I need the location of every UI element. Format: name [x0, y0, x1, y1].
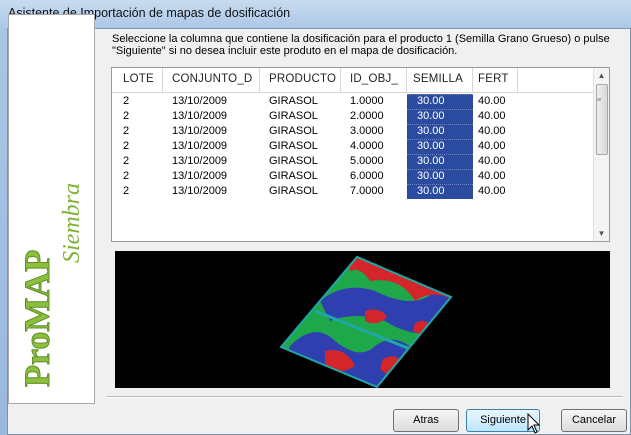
cancel-button[interactable]: Cancelar — [561, 409, 627, 432]
table-cell[interactable]: 30.00 — [417, 125, 445, 137]
table-cell[interactable]: 30.00 — [417, 170, 445, 182]
table-cell[interactable]: 2 — [123, 185, 129, 197]
column-header-conjunto[interactable]: CONJUNTO_D — [172, 73, 252, 85]
column-separator[interactable] — [340, 68, 341, 92]
table-cell[interactable]: 30.00 — [417, 95, 445, 107]
table-cell[interactable]: 2 — [123, 170, 129, 182]
table-cell[interactable]: 40.00 — [478, 155, 506, 167]
wizard-window: Asistente de Importación de mapas de dos… — [0, 0, 631, 435]
back-button[interactable]: Atras — [393, 409, 459, 432]
instructions-line-1: Seleccione la columna que contiene la do… — [112, 33, 610, 45]
table-cell[interactable]: 30.00 — [417, 155, 445, 167]
table-cell[interactable]: 30.00 — [417, 110, 445, 122]
table-cell[interactable]: 13/10/2009 — [172, 185, 227, 197]
table-cell[interactable]: 7.0000 — [350, 185, 384, 197]
data-grid[interactable]: LOTE CONJUNTO_D PRODUCTO ID_OBJ_ SEMILLA… — [111, 67, 610, 242]
mouse-cursor-icon — [527, 413, 541, 434]
table-cell[interactable]: 40.00 — [478, 110, 506, 122]
table-cell[interactable]: 2 — [123, 155, 129, 167]
instructions-text: Seleccione la columna que contiene la do… — [112, 33, 612, 57]
table-cell[interactable]: 30.00 — [417, 185, 445, 197]
table-row[interactable]: 2 13/10/2009 GIRASOL 6.0000 30.00 40.00 — [112, 169, 595, 184]
grid-header: LOTE CONJUNTO_D PRODUCTO ID_OBJ_ SEMILLA… — [112, 68, 595, 93]
field-map-image — [279, 255, 453, 389]
table-cell[interactable]: 13/10/2009 — [172, 95, 227, 107]
column-separator[interactable] — [162, 68, 163, 92]
table-cell[interactable]: 2 — [123, 125, 129, 137]
table-cell[interactable]: 13/10/2009 — [172, 170, 227, 182]
column-separator[interactable] — [472, 68, 473, 92]
table-cell[interactable]: 2 — [123, 140, 129, 152]
table-cell[interactable]: GIRASOL — [269, 95, 318, 107]
vertical-scrollbar[interactable]: ▲ ≡ ▼ — [593, 68, 609, 241]
table-cell[interactable]: 40.00 — [478, 185, 506, 197]
side-banner: ProMAP Siembra — [8, 14, 95, 404]
column-separator[interactable] — [259, 68, 260, 92]
table-cell[interactable]: 30.00 — [417, 140, 445, 152]
table-row[interactable]: 2 13/10/2009 GIRASOL 5.0000 30.00 40.00 — [112, 154, 595, 169]
table-cell[interactable]: 1.0000 — [350, 95, 384, 107]
column-header-fert[interactable]: FERT — [478, 73, 509, 85]
table-cell[interactable]: 40.00 — [478, 170, 506, 182]
table-cell[interactable]: 40.00 — [478, 125, 506, 137]
column-separator[interactable] — [517, 68, 518, 92]
table-cell[interactable]: 2.0000 — [350, 110, 384, 122]
table-cell[interactable]: 3.0000 — [350, 125, 384, 137]
table-cell[interactable]: 40.00 — [478, 95, 506, 107]
table-cell[interactable]: 5.0000 — [350, 155, 384, 167]
button-divider — [107, 396, 623, 398]
scroll-down-arrow-icon[interactable]: ▼ — [594, 226, 609, 241]
column-header-id-obj[interactable]: ID_OBJ_ — [350, 73, 398, 85]
column-header-lote[interactable]: LOTE — [123, 73, 154, 85]
table-cell[interactable]: 40.00 — [478, 140, 506, 152]
table-row[interactable]: 2 13/10/2009 GIRASOL 1.0000 30.00 40.00 — [112, 94, 595, 109]
scroll-thumb[interactable] — [596, 84, 608, 155]
table-cell[interactable]: GIRASOL — [269, 185, 318, 197]
table-cell[interactable]: GIRASOL — [269, 125, 318, 137]
table-cell[interactable]: 13/10/2009 — [172, 155, 227, 167]
table-cell[interactable]: 4.0000 — [350, 140, 384, 152]
table-row[interactable]: 2 13/10/2009 GIRASOL 3.0000 30.00 40.00 — [112, 124, 595, 139]
table-cell[interactable]: 13/10/2009 — [172, 110, 227, 122]
table-row[interactable]: 2 13/10/2009 GIRASOL 7.0000 30.00 40.00 — [112, 184, 595, 199]
column-header-producto[interactable]: PRODUCTO — [269, 73, 336, 85]
map-preview — [115, 251, 610, 389]
table-cell[interactable]: GIRASOL — [269, 110, 318, 122]
table-row[interactable]: 2 13/10/2009 GIRASOL 2.0000 30.00 40.00 — [112, 109, 595, 124]
table-cell[interactable]: 2 — [123, 110, 129, 122]
table-cell[interactable]: 13/10/2009 — [172, 125, 227, 137]
table-row[interactable]: 2 13/10/2009 GIRASOL 4.0000 30.00 40.00 — [112, 139, 595, 154]
table-cell[interactable]: 6.0000 — [350, 170, 384, 182]
table-cell[interactable]: 2 — [123, 95, 129, 107]
column-header-semilla[interactable]: SEMILLA — [413, 73, 463, 85]
table-cell[interactable]: GIRASOL — [269, 170, 318, 182]
logo-text: ProMAP — [17, 250, 57, 387]
table-cell[interactable]: GIRASOL — [269, 155, 318, 167]
scroll-up-arrow-icon[interactable]: ▲ — [594, 68, 609, 83]
instructions-line-2: "Siguiente" si no desea incluir este pro… — [112, 45, 458, 57]
table-cell[interactable]: 13/10/2009 — [172, 140, 227, 152]
scroll-grip-icon: ≡ — [597, 97, 602, 104]
column-separator[interactable] — [406, 68, 407, 92]
table-cell[interactable]: GIRASOL — [269, 140, 318, 152]
promap-siembra-logo: ProMAP Siembra — [17, 183, 86, 388]
logo-subtext: Siembra — [59, 183, 85, 263]
